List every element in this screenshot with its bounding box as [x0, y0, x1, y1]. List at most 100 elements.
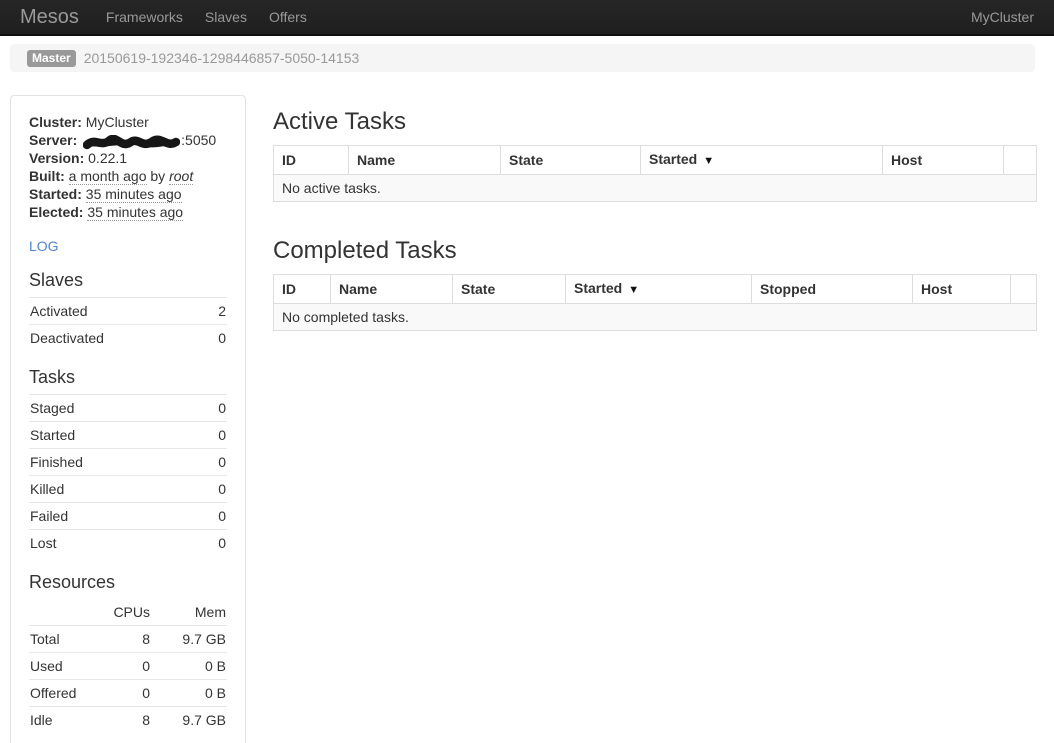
column-header-id[interactable]: ID — [274, 275, 331, 304]
column-header-empty — [1011, 275, 1037, 304]
stat-value: 2 — [218, 303, 226, 319]
stat-value: 0 — [218, 481, 226, 497]
resource-label: Offered — [30, 685, 92, 701]
stat-value: 0 — [218, 427, 226, 443]
info-row: Server: :5050 — [29, 131, 227, 149]
info-row: Version: 0.22.1 — [29, 149, 227, 167]
stat-label: Activated — [30, 303, 88, 319]
stat-value: 0 — [218, 330, 226, 346]
column-header-host[interactable]: Host — [913, 275, 1011, 304]
stat-row: Finished 0 — [29, 448, 227, 475]
column-header-label: ID — [282, 152, 296, 168]
stat-label: Started — [30, 427, 75, 443]
column-header-name[interactable]: Name — [349, 146, 501, 175]
column-header-started[interactable]: Started ▼ — [641, 146, 883, 175]
section-title-tasks: Tasks — [29, 367, 227, 388]
stat-value: 0 — [218, 454, 226, 470]
stat-row: Deactivated0 — [29, 324, 227, 351]
info-row: Cluster: MyCluster — [29, 113, 227, 131]
column-header-label: Name — [339, 281, 377, 297]
header-row: ID Name State Started ▼ Host — [274, 146, 1037, 175]
resource-row: Total89.7 GB — [29, 625, 227, 652]
cluster-info: Cluster: MyClusterServer: :5050Version: … — [29, 113, 227, 221]
completed-tasks-section: Completed Tasks ID Name StateStarted▼ Stoppe… — [273, 238, 1034, 331]
resources-header-mem: Mem — [150, 604, 226, 620]
resource-cpus-value: 0 — [92, 685, 150, 701]
column-header-state[interactable]: State — [501, 146, 641, 175]
stat-row: Started 0 — [29, 421, 227, 448]
resource-row: Idle89.7 GB — [29, 706, 227, 733]
stat-label: Finished — [30, 454, 83, 470]
info-label: Cluster: — [29, 114, 82, 130]
stat-value: 0 — [218, 508, 226, 524]
stat-value: 0 — [218, 535, 226, 551]
info-value: by — [147, 168, 170, 184]
active-tasks-title: Active Tasks — [273, 109, 1034, 135]
column-header-id[interactable]: ID — [274, 146, 349, 175]
header-row: ID Name StateStarted▼ Stopped Host — [274, 275, 1037, 304]
resource-mem-value: 0 B — [150, 685, 226, 701]
nav-link-offers[interactable]: Offers — [258, 0, 318, 34]
info-value: 35 minutes ago — [86, 186, 182, 203]
stat-value: 0 — [218, 400, 226, 416]
info-value: 35 minutes ago — [87, 204, 183, 221]
cluster-name-label: MyCluster — [971, 9, 1034, 25]
stat-label: Failed — [30, 508, 68, 524]
info-value: MyCluster — [86, 114, 149, 130]
info-row: Elected: 35 minutes ago — [29, 203, 227, 221]
info-value: a month ago — [69, 168, 147, 185]
column-header-label: Name — [357, 152, 395, 168]
resources-header-row: CPUsMem — [29, 599, 227, 625]
resource-label: Used — [30, 658, 92, 674]
stat-label: Staged — [30, 400, 74, 416]
column-header-label: Host — [921, 281, 952, 297]
resource-label: Total — [30, 631, 92, 647]
stat-label: Lost — [30, 535, 56, 551]
resource-mem-value: 0 B — [150, 658, 226, 674]
resource-cpus-value: 8 — [92, 712, 150, 728]
resources-header-spacer — [30, 604, 92, 620]
column-header-label: ID — [282, 281, 296, 297]
nav-item-offers: Offers — [258, 0, 318, 34]
column-header-empty — [1004, 146, 1037, 175]
info-value: 0.22.1 — [88, 150, 127, 166]
info-row: Started: 35 minutes ago — [29, 185, 227, 203]
column-header-label: Stopped — [760, 281, 816, 297]
stat-row: Failed 0 — [29, 502, 227, 529]
column-header-state[interactable]: State — [453, 275, 566, 304]
mesos-brand-link[interactable]: Mesos — [20, 6, 79, 29]
info-value: root — [169, 168, 193, 185]
completed-tasks-title: Completed Tasks — [273, 238, 1034, 264]
resource-row: Used00 B — [29, 652, 227, 679]
resource-row: Offered00 B — [29, 679, 227, 706]
stat-row: Staged 0 — [29, 394, 227, 421]
resources-header-cpus: CPUs — [92, 604, 150, 620]
stat-row: Activated 2 — [29, 297, 227, 324]
resource-cpus-value: 8 — [92, 631, 150, 647]
column-header-label: Started — [574, 280, 622, 296]
column-header-name[interactable]: Name — [331, 275, 453, 304]
info-label: Started: — [29, 186, 82, 202]
stat-row: Lost 0 — [29, 529, 227, 556]
stat-label: Killed — [30, 481, 64, 497]
nav-link-slaves[interactable]: Slaves — [194, 0, 258, 34]
info-label: Version: — [29, 150, 84, 166]
column-header-started[interactable]: Started▼ — [566, 275, 752, 304]
nav-link-frameworks[interactable]: Frameworks — [95, 0, 194, 34]
section-title-resources: Resources — [29, 572, 227, 593]
info-value: :5050 — [181, 132, 216, 148]
completed-tasks-table: IDNameStateStarted▼StoppedHostNo complet… — [273, 274, 1037, 331]
stat-row: Killed 0 — [29, 475, 227, 502]
active-tasks-table: IDNameStateStarted▼HostNo active tasks. — [273, 145, 1037, 202]
resource-mem-value: 9.7 GB — [150, 712, 226, 728]
column-header-host[interactable]: Host — [883, 146, 1004, 175]
column-header-label: Started — [649, 151, 697, 167]
log-link[interactable]: LOG — [29, 238, 59, 254]
resource-cpus-value: 0 — [92, 658, 150, 674]
sort-desc-icon: ▼ — [703, 155, 714, 167]
redacted-server-scribble — [81, 132, 181, 148]
section-title-slaves: Slaves — [29, 270, 227, 291]
nav-item-frameworks: Frameworks — [95, 0, 194, 34]
tasks-main-content: Active TasksIDNameStateStarted▼HostNo ac… — [273, 95, 1034, 331]
column-header-stopped[interactable]: Stopped — [752, 275, 913, 304]
